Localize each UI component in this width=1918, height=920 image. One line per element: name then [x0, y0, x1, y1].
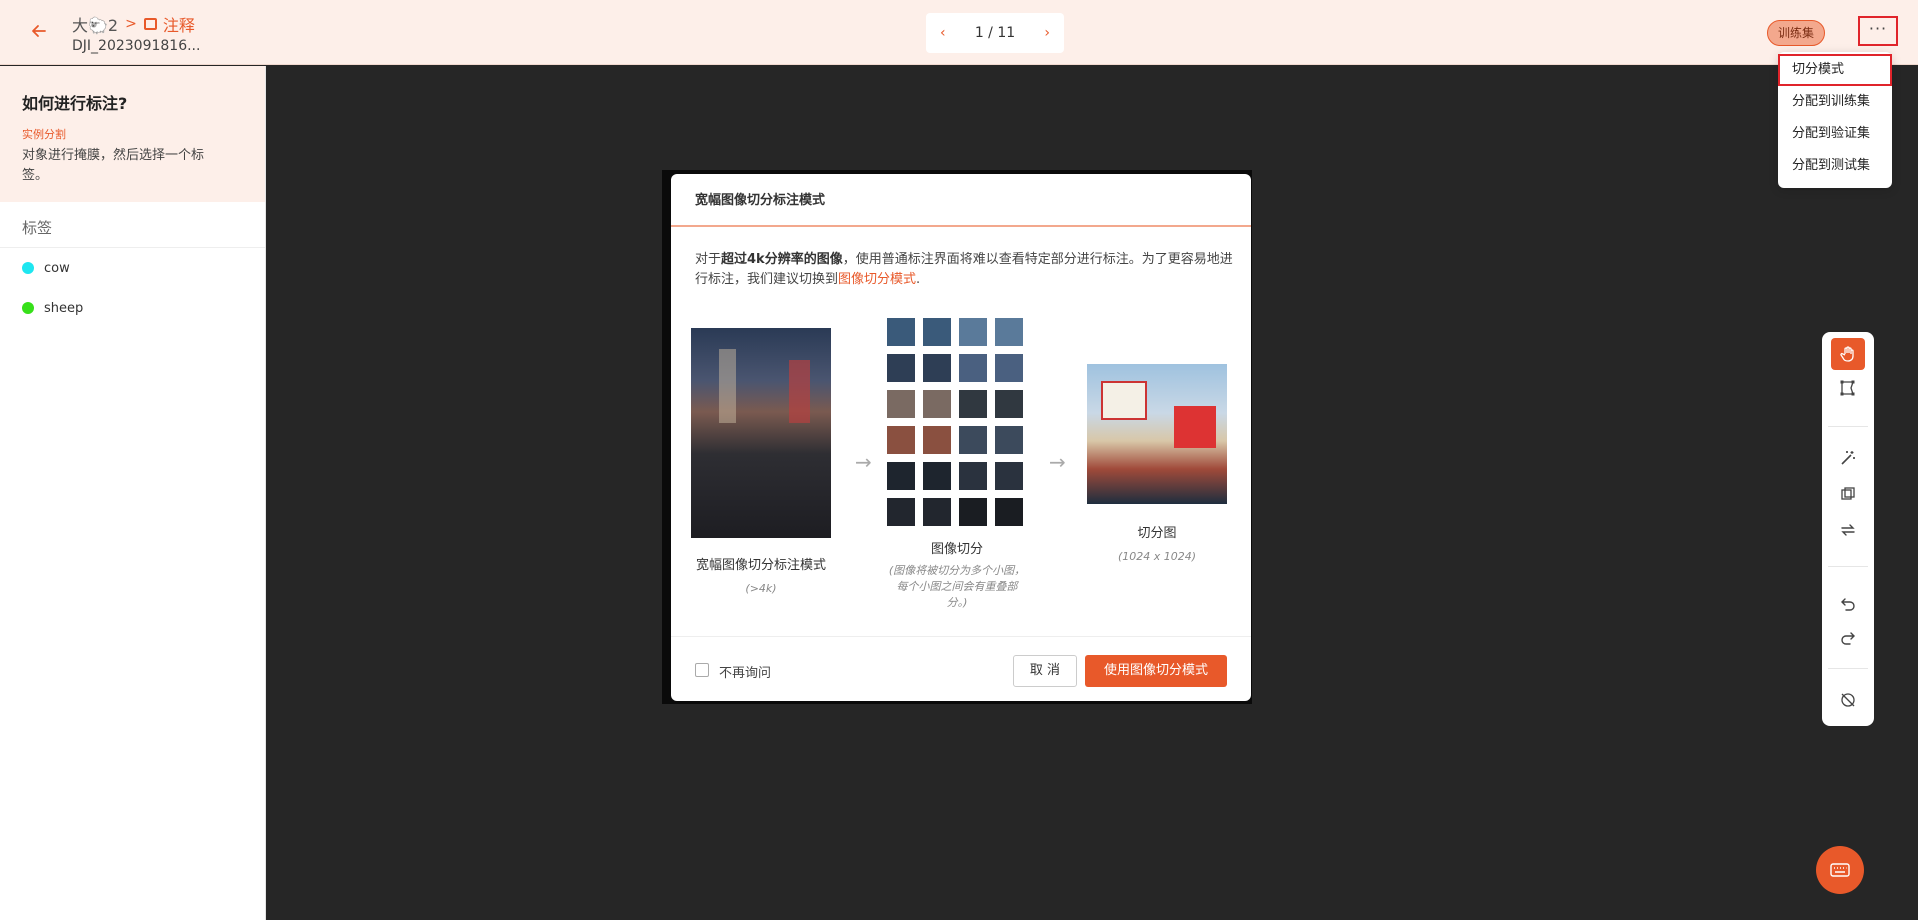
redo-icon[interactable] [1831, 622, 1865, 654]
split-image-preview [1087, 364, 1227, 504]
image-tile [995, 462, 1023, 490]
image-tile [923, 498, 951, 526]
howto-description: 对象进行掩膜，然后选择一个标签。 [22, 148, 205, 183]
image-split-subtitle: (图像将被切分为多个小图，每个小图之间会有重叠部分。) [888, 564, 1026, 609]
intro-highlight: 图像切分模式 [838, 272, 917, 287]
label-item-sheep[interactable]: sheep [0, 288, 265, 328]
image-icon [143, 18, 157, 30]
hide-icon[interactable] [1831, 684, 1865, 716]
keyboard-icon[interactable] [1816, 846, 1864, 894]
image-tile [887, 354, 915, 382]
dialog-footer: 不再询问 取 消 使用图像切分模式 [671, 636, 1251, 701]
image-tile [959, 426, 987, 454]
image-tile [923, 390, 951, 418]
swap-icon[interactable] [1831, 514, 1865, 546]
dont-ask-checkbox[interactable] [695, 663, 709, 677]
wide-image-preview [691, 328, 831, 538]
split-image-column: 切分图 (1024 x 1024) [1087, 364, 1227, 565]
cancel-button[interactable]: 取 消 [1013, 655, 1077, 687]
menu-item-assign-validation[interactable]: 分配到验证集 [1778, 118, 1892, 150]
arrow-right-icon: → [855, 450, 872, 474]
breadcrumb-current-label: 注释 [162, 16, 195, 35]
arrow-right-icon: → [1049, 450, 1066, 474]
image-tile [959, 390, 987, 418]
crop-icon[interactable] [1831, 478, 1865, 510]
image-tile [995, 426, 1023, 454]
dialog-intro: 对于超过4k分辨率的图像，使用普通标注界面将难以查看特定部分进行标注。为了更容易… [695, 250, 1235, 290]
breadcrumb-separator: > [125, 16, 137, 32]
menu-item-split-mode[interactable]: 切分模式 [1778, 54, 1892, 86]
wide-image-subtitle: (>4k) [745, 582, 777, 595]
polygon-icon[interactable] [1831, 372, 1865, 404]
annotation-type: 实例分割 [22, 128, 66, 141]
image-tile [959, 354, 987, 382]
left-panel: 如何进行标注? 实例分割 对象进行掩膜，然后选择一个标签。 标签 cow she… [0, 66, 266, 920]
split-image-title: 切分图 [1137, 526, 1177, 541]
more-options-menu: 切分模式 分配到训练集 分配到验证集 分配到测试集 [1778, 52, 1892, 188]
image-tile [887, 318, 915, 346]
howto-section: 如何进行标注? 实例分割 对象进行掩膜，然后选择一个标签。 [0, 66, 265, 202]
dataset-tag[interactable]: 训练集 [1767, 20, 1826, 46]
image-tile [887, 498, 915, 526]
image-tile [923, 318, 951, 346]
image-tile [995, 390, 1023, 418]
split-mode-dialog: 宽幅图像切分标注模式 对于超过4k分辨率的图像，使用普通标注界面将难以查看特定部… [671, 174, 1251, 701]
image-tile [887, 390, 915, 418]
label-name: cow [44, 260, 70, 276]
breadcrumb: 大🐑2 > 注释 [72, 12, 195, 36]
image-tile [995, 318, 1023, 346]
annotation-toolbar [1822, 332, 1874, 726]
label-color-dot [22, 302, 34, 314]
labels-title: 标签 [0, 208, 265, 248]
menu-item-assign-test[interactable]: 分配到测试集 [1778, 150, 1892, 182]
label-item-cow[interactable]: cow [0, 248, 265, 288]
split-image-subtitle: (1024 x 1024) [1117, 550, 1197, 563]
image-split-column: 图像切分 (图像将被切分为多个小图，每个小图之间会有重叠部分。) [887, 318, 1027, 611]
prev-image-button[interactable]: ‹ [940, 25, 946, 41]
use-split-mode-button[interactable]: 使用图像切分模式 [1085, 655, 1227, 687]
image-split-title: 图像切分 [930, 542, 983, 557]
label-color-dot [22, 262, 34, 274]
hand-icon[interactable] [1831, 338, 1865, 370]
image-tile [959, 318, 987, 346]
intro-bold: 超过4k分辨率的图像 [721, 252, 843, 267]
intro-text: 对于 [695, 252, 722, 267]
dont-ask-label[interactable]: 不再询问 [719, 662, 771, 681]
howto-title: 如何进行标注? [22, 94, 128, 113]
intro-text: . [916, 272, 921, 287]
breadcrumb-project[interactable]: 大🐑2 [72, 12, 118, 36]
toolbar-divider [1828, 566, 1868, 567]
toolbar-divider [1828, 426, 1868, 427]
image-pager: ‹ 1 / 11 › [926, 13, 1064, 53]
top-header: 大🐑2 > 注释 DJI_2023091816... ‹ 1 / 11 › 训练… [0, 0, 1918, 65]
label-name: sheep [44, 300, 84, 316]
arrow-left-icon[interactable] [28, 22, 50, 44]
image-tile [923, 426, 951, 454]
page-indicator: 1 / 11 [974, 25, 1016, 41]
image-tile [959, 498, 987, 526]
toolbar-divider [1828, 668, 1868, 669]
image-tile [923, 462, 951, 490]
wide-image-column: 宽幅图像切分标注模式 (>4k) [691, 328, 831, 597]
magic-wand-icon[interactable] [1831, 442, 1865, 474]
image-tile [887, 462, 915, 490]
breadcrumb-current: 注释 [143, 12, 195, 36]
image-tile [923, 354, 951, 382]
dialog-title: 宽幅图像切分标注模式 [671, 174, 1251, 227]
file-name: DJI_2023091816... [72, 38, 201, 54]
image-tile [995, 354, 1023, 382]
next-image-button[interactable]: › [1044, 25, 1050, 41]
menu-item-assign-train[interactable]: 分配到训练集 [1778, 86, 1892, 118]
image-tile [887, 426, 915, 454]
undo-icon[interactable] [1831, 588, 1865, 620]
image-tile [995, 498, 1023, 526]
tile-grid [887, 318, 1027, 528]
wide-image-title: 宽幅图像切分标注模式 [695, 558, 826, 573]
more-options-button[interactable]: ··· [1858, 16, 1898, 46]
image-tile [959, 462, 987, 490]
